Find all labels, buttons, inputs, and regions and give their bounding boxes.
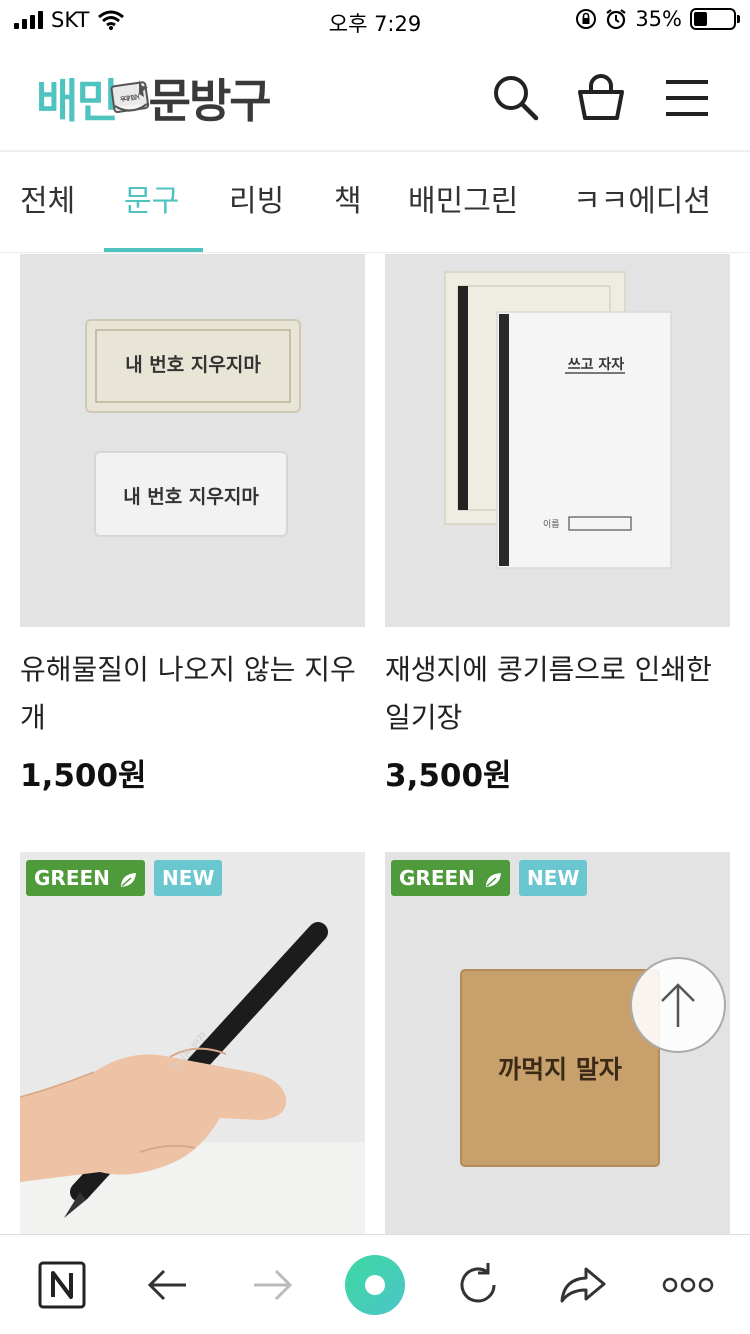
arrow-up-icon <box>661 983 695 1027</box>
eraser-label-top: 내 번호 지우지마 <box>125 354 261 376</box>
eraser-illustration <box>85 319 301 537</box>
eraser-label-bottom: 내 번호 지우지마 <box>123 486 259 508</box>
product-name[interactable]: 재생지에 콩기름으로 인쇄한 일기장 <box>385 646 730 742</box>
logo-text-dark: 문방구 <box>148 74 272 128</box>
logo-book-icon: 우 대기 있어 <box>110 80 149 114</box>
product-image[interactable]: 쓰고 자자 이름 <box>385 254 730 627</box>
tab-kk-edition[interactable]: ㅋㅋ에디션 <box>573 152 711 252</box>
product-price: 3,500원 <box>385 758 512 794</box>
battery-percent: 35% <box>635 7 682 31</box>
memo-label: 까먹지 말자 <box>498 1055 622 1084</box>
product-card[interactable]: 쓰고 자자 이름 재생지에 콩기름으로 인쇄한 일기장 3,500원 <box>385 254 730 814</box>
orientation-lock-icon <box>576 9 597 29</box>
category-tabs: 전체 문구 리빙 책 배민그린 ㅋㅋ에디션 <box>0 152 750 253</box>
tab-baemin-green[interactable]: 배민그린 <box>408 152 518 252</box>
search-icon[interactable] <box>490 72 540 122</box>
leaf-icon <box>485 872 501 887</box>
status-right: 35% <box>575 7 740 31</box>
green-badge: GREEN <box>26 860 145 896</box>
browser-toolbar <box>0 1234 750 1334</box>
hamburger-menu-icon[interactable] <box>662 72 712 122</box>
green-badge: GREEN <box>391 860 510 896</box>
product-name[interactable]: 유해물질이 나오지 않는 지우개 <box>20 646 365 742</box>
product-card[interactable]: 내 번호 지우지마 내 번호 지우지마 유해물질이 나오지 않는 지우개 1,5… <box>20 254 365 814</box>
alarm-icon <box>606 9 626 30</box>
reload-icon[interactable] <box>450 1257 506 1313</box>
notebook-illustration <box>444 271 672 569</box>
shopping-bag-icon[interactable] <box>576 72 626 122</box>
product-image[interactable]: 내 번호 지우지마 내 번호 지우지마 <box>20 254 365 627</box>
logo-text-teal: 배민 <box>36 74 119 128</box>
green-badge-label: GREEN <box>399 866 475 890</box>
active-tab-indicator <box>104 248 203 252</box>
green-badge-label: GREEN <box>34 866 110 890</box>
app-header: 배민 우 대기 있어 문방구 <box>0 40 750 152</box>
battery-icon <box>690 8 740 30</box>
tab-living[interactable]: 리빙 <box>229 152 284 252</box>
notebook-title: 쓰고 자자 <box>567 357 625 373</box>
battery-fill <box>694 12 708 26</box>
new-badge: NEW <box>154 860 223 896</box>
share-icon[interactable] <box>554 1257 610 1313</box>
forward-arrow-icon[interactable] <box>244 1257 300 1313</box>
naver-home-icon[interactable] <box>34 1257 90 1313</box>
new-badge: NEW <box>519 860 588 896</box>
back-arrow-icon[interactable] <box>140 1257 196 1313</box>
more-icon[interactable] <box>660 1257 716 1313</box>
tab-stationery[interactable]: 문구 <box>124 152 179 252</box>
product-card[interactable]: 주식은 반찬 GREEN NEW <box>20 852 365 1234</box>
notebook-name-label: 이름 <box>543 520 560 530</box>
green-dot-icon[interactable] <box>343 1253 407 1317</box>
tab-books[interactable]: 책 <box>334 152 362 252</box>
product-image[interactable]: 주식은 반찬 GREEN NEW <box>20 852 365 1234</box>
leaf-icon <box>120 872 136 887</box>
tab-all[interactable]: 전체 <box>20 152 75 252</box>
status-bar: SKT 오후 7:29 35% <box>0 0 750 40</box>
product-price: 1,500원 <box>20 758 147 794</box>
scroll-to-top-button[interactable] <box>630 957 726 1053</box>
logo[interactable]: 배민 우 대기 있어 문방구 <box>36 70 272 128</box>
